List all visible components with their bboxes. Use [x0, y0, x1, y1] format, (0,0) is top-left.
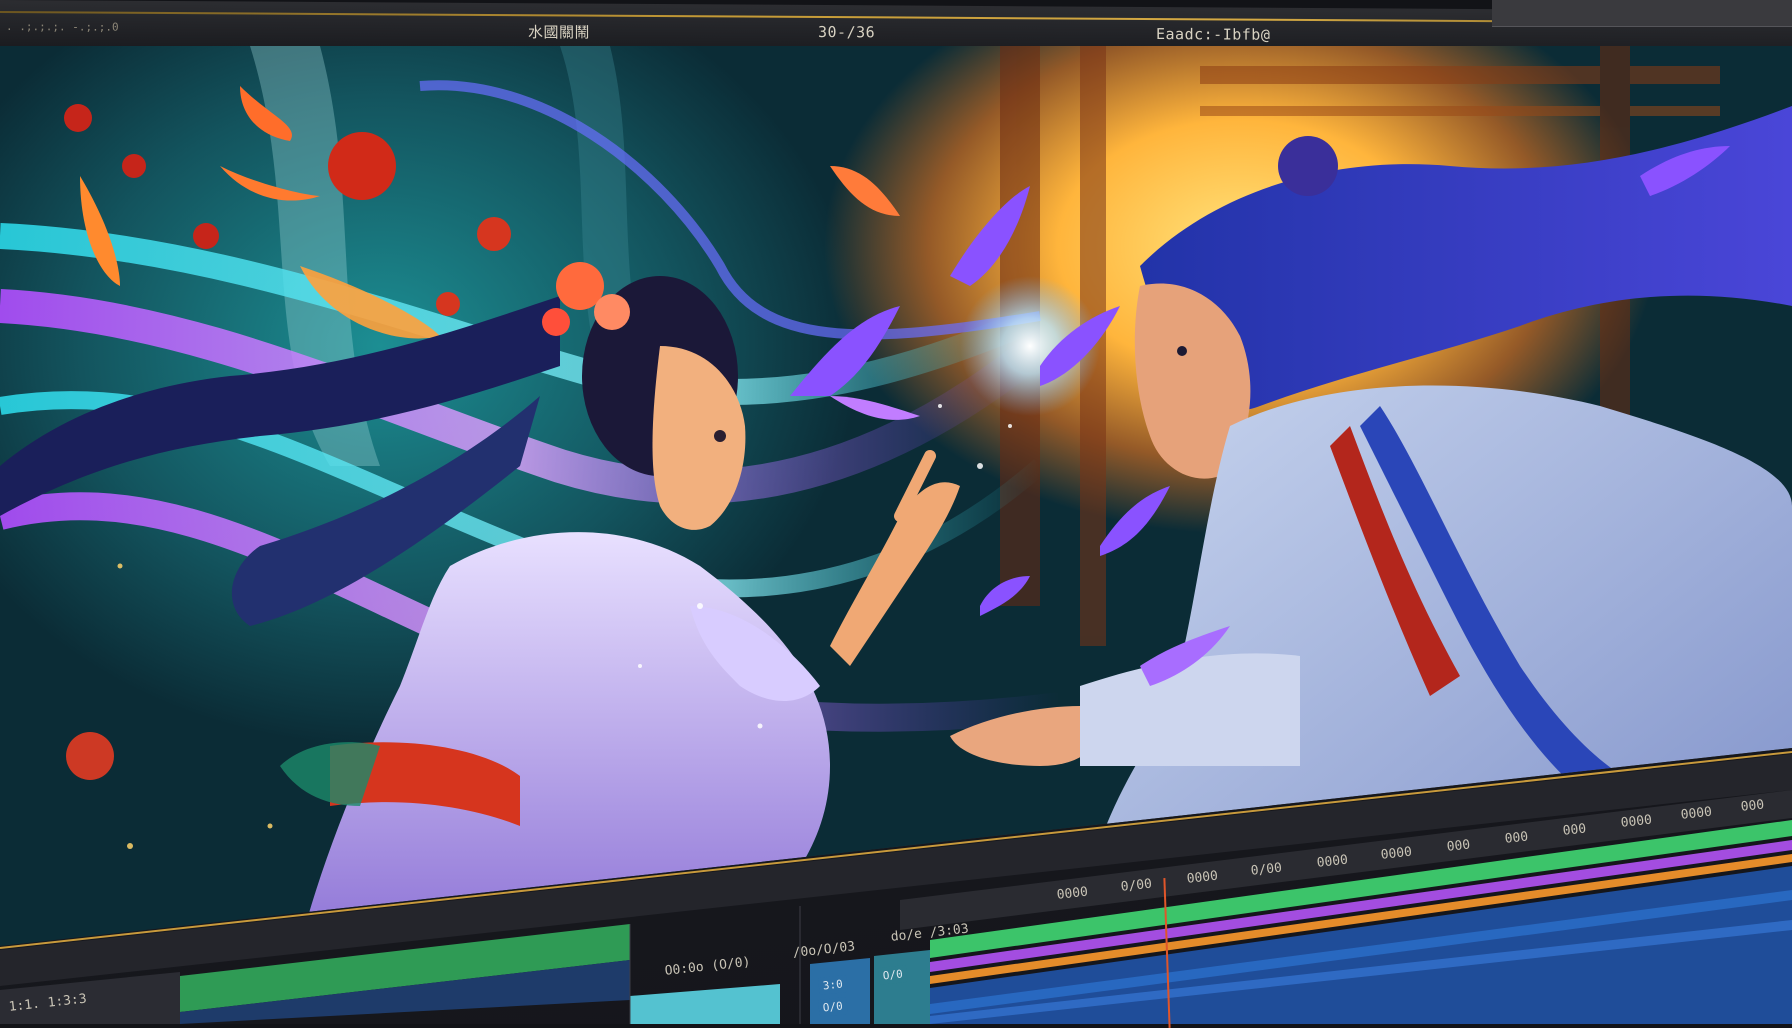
timecode-left: . .;.;.;. -.;.;.0 — [6, 20, 119, 34]
sequence-name: Eaadc:-Ibfb@ — [1156, 25, 1271, 44]
top-right-panel[interactable] — [1492, 0, 1792, 27]
ruler-mark: 0000 — [1620, 812, 1653, 831]
ruler-mark: 000 — [1504, 829, 1529, 847]
ruler-mark: 000 — [1740, 797, 1765, 815]
ruler-mark: 0000 — [1680, 804, 1713, 823]
clip-title: 水國關鬧 — [528, 23, 591, 42]
clip-green-left[interactable] — [180, 924, 630, 1012]
program-monitor[interactable] — [0, 46, 1792, 946]
ruler-mark: 0000 — [1056, 884, 1089, 903]
clip-chip-b[interactable] — [874, 950, 930, 1024]
playhead[interactable] — [1163, 878, 1171, 1028]
timecode-display: 30-/36 — [818, 22, 876, 42]
clip-chip-label: O/0 — [878, 964, 908, 985]
clip-label-2: /0o/O/03 — [792, 939, 856, 961]
track-orange[interactable] — [930, 854, 1792, 984]
frame-artwork — [0, 46, 1792, 946]
track-row-label: 1:1. 1:3:3 — [8, 991, 88, 1015]
clip-label-3: do/e /3:03 — [890, 921, 970, 945]
ruler-mark: 0000 — [1316, 852, 1349, 871]
clip-chip-label: 3:0 — [818, 974, 848, 995]
ruler-mark: 0/00 — [1250, 860, 1283, 879]
ruler-mark: 0000 — [1380, 844, 1413, 863]
track-green[interactable] — [930, 820, 1792, 958]
clip-chip-label: O/0 — [818, 996, 848, 1017]
track-blue[interactable] — [930, 866, 1792, 1024]
clip-chip-a[interactable] — [810, 958, 870, 1024]
ruler-mark: 0/00 — [1120, 876, 1153, 895]
ruler-mark: 000 — [1446, 837, 1471, 855]
track-purple[interactable] — [930, 840, 1792, 972]
clip-label-1: O0:0o (O/0) — [664, 954, 752, 979]
ruler-mark: 000 — [1562, 821, 1587, 839]
ruler-mark: 0000 — [1186, 868, 1219, 887]
